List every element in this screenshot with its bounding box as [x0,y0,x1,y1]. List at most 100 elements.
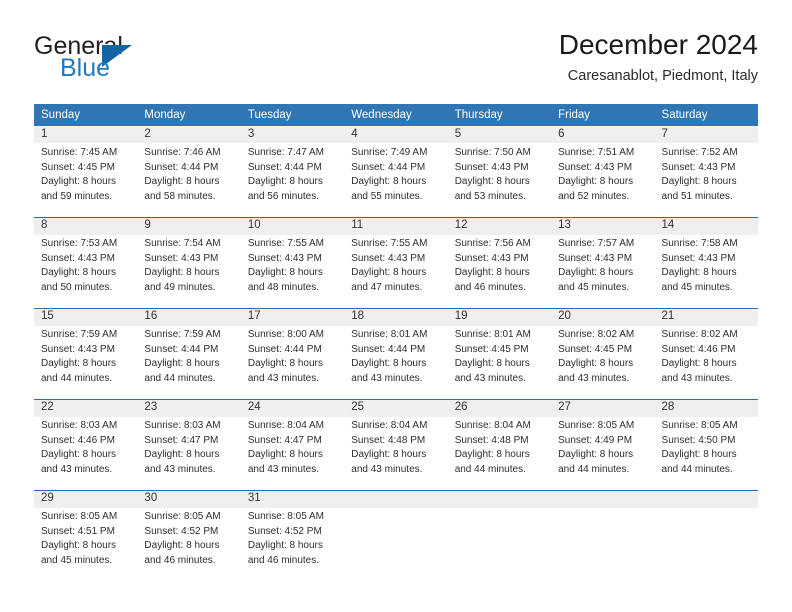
day-cell[interactable]: 13 Sunrise: 7:57 AM Sunset: 4:43 PM Dayl… [551,217,654,307]
sunrise-text: Sunrise: 7:47 AM [247,147,324,158]
sunrise-text: Sunrise: 8:05 AM [41,511,118,522]
day-details: Sunrise: 7:53 AM Sunset: 4:43 PM Dayligh… [41,237,133,295]
sunrise-text: Sunrise: 7:59 AM [144,329,221,340]
day-details: Sunrise: 7:55 AM Sunset: 4:43 PM Dayligh… [351,237,443,295]
day-cell[interactable]: 11 Sunrise: 7:55 AM Sunset: 4:43 PM Dayl… [344,217,447,307]
sunset-text: Sunset: 4:45 PM [558,343,633,355]
day-cell[interactable]: 3 Sunrise: 7:47 AM Sunset: 4:44 PM Dayli… [241,126,344,216]
daylight-text-line1: Daylight: 8 hours [247,176,323,188]
day-cell[interactable]: 24 Sunrise: 8:04 AM Sunset: 4:47 PM Dayl… [241,399,344,489]
day-cell[interactable]: 6 Sunrise: 7:51 AM Sunset: 4:43 PM Dayli… [551,126,654,216]
daylight-text-line1: Daylight: 8 hours [661,358,737,370]
day-cell[interactable]: 25 Sunrise: 8:04 AM Sunset: 4:48 PM Dayl… [344,399,447,489]
day-cell[interactable]: 26 Sunrise: 8:04 AM Sunset: 4:48 PM Dayl… [448,399,551,489]
day-cell[interactable]: 20 Sunrise: 8:02 AM Sunset: 4:45 PM Dayl… [551,308,654,398]
day-number: 17 [247,310,261,322]
day-cell[interactable]: 15 Sunrise: 7:59 AM Sunset: 4:43 PM Dayl… [34,308,137,398]
day-cell[interactable]: 22 Sunrise: 8:03 AM Sunset: 4:46 PM Dayl… [34,399,137,489]
daylight-text-line1: Daylight: 8 hours [351,176,427,188]
sunrise-text: Sunrise: 7:55 AM [247,238,324,249]
daylight-text-line2: and 51 minutes. [661,190,733,202]
daylight-text-line1: Daylight: 8 hours [454,358,530,370]
day-number: 14 [661,219,675,231]
daylight-text-line1: Daylight: 8 hours [144,267,220,279]
day-cell[interactable]: 1 Sunrise: 7:45 AM Sunset: 4:45 PM Dayli… [34,126,137,216]
weekday-header-saturday: Saturday [661,109,708,121]
daylight-text-line2: and 48 minutes. [247,281,320,293]
sunrise-text: Sunrise: 8:02 AM [661,329,738,340]
day-cell[interactable]: 17 Sunrise: 8:00 AM Sunset: 4:44 PM Dayl… [241,308,344,398]
day-cell[interactable]: 27 Sunrise: 8:05 AM Sunset: 4:49 PM Dayl… [551,399,654,489]
day-details: Sunrise: 8:05 AM Sunset: 4:52 PM Dayligh… [144,510,236,568]
day-details: Sunrise: 7:59 AM Sunset: 4:43 PM Dayligh… [41,328,133,386]
day-cell[interactable]: 9 Sunrise: 7:54 AM Sunset: 4:43 PM Dayli… [137,217,240,307]
sunrise-text: Sunrise: 7:59 AM [41,329,118,340]
daylight-text-line2: and 46 minutes. [247,554,320,566]
day-cell[interactable]: 19 Sunrise: 8:01 AM Sunset: 4:45 PM Dayl… [448,308,551,398]
day-number: 18 [351,310,365,322]
sunrise-text: Sunrise: 8:00 AM [247,329,324,340]
day-cell[interactable]: 12 Sunrise: 7:56 AM Sunset: 4:43 PM Dayl… [448,217,551,307]
day-cell[interactable]: 8 Sunrise: 7:53 AM Sunset: 4:43 PM Dayli… [34,217,137,307]
daylight-text-line1: Daylight: 8 hours [247,267,323,279]
sunset-text: Sunset: 4:50 PM [661,434,736,446]
day-cell[interactable]: 21 Sunrise: 8:02 AM Sunset: 4:46 PM Dayl… [655,308,758,398]
sunset-text: Sunset: 4:43 PM [454,252,529,264]
sunset-text: Sunset: 4:43 PM [558,161,633,173]
calendar-week-row: 22 Sunrise: 8:03 AM Sunset: 4:46 PM Dayl… [34,398,758,489]
day-number: 1 [41,128,48,140]
logo-text-blue: Blue [60,54,111,82]
daylight-text-line1: Daylight: 8 hours [558,176,634,188]
sunset-text: Sunset: 4:44 PM [144,343,219,355]
day-cell[interactable]: 28 Sunrise: 8:05 AM Sunset: 4:50 PM Dayl… [655,399,758,489]
sunrise-text: Sunrise: 8:04 AM [454,420,531,431]
sunset-text: Sunset: 4:43 PM [41,343,115,355]
daylight-text-line1: Daylight: 8 hours [144,358,220,370]
day-number: 20 [558,310,571,322]
day-cell[interactable]: 29 Sunrise: 8:05 AM Sunset: 4:51 PM Dayl… [34,490,137,580]
day-details: Sunrise: 8:03 AM Sunset: 4:46 PM Dayligh… [41,419,133,477]
daylight-text-line2: and 45 minutes. [41,554,113,566]
day-details: Sunrise: 8:02 AM Sunset: 4:45 PM Dayligh… [558,328,650,386]
daylight-text-line2: and 43 minutes. [144,463,216,475]
day-cell[interactable]: 31 Sunrise: 8:05 AM Sunset: 4:52 PM Dayl… [241,490,344,580]
day-details: Sunrise: 8:04 AM Sunset: 4:47 PM Dayligh… [248,419,340,477]
day-number: 7 [661,128,668,140]
day-number: 29 [41,492,54,504]
day-cell[interactable]: 30 Sunrise: 8:05 AM Sunset: 4:52 PM Dayl… [137,490,240,580]
sunset-text: Sunset: 4:44 PM [144,161,219,173]
day-cell[interactable]: 4 Sunrise: 7:49 AM Sunset: 4:44 PM Dayli… [344,126,447,216]
day-number: 22 [41,401,54,413]
day-cell[interactable]: 10 Sunrise: 7:55 AM Sunset: 4:43 PM Dayl… [241,217,344,307]
day-cell[interactable]: 23 Sunrise: 8:03 AM Sunset: 4:47 PM Dayl… [137,399,240,489]
day-cell[interactable]: 7 Sunrise: 7:52 AM Sunset: 4:43 PM Dayli… [655,126,758,216]
daylight-text-line1: Daylight: 8 hours [41,267,117,279]
sunrise-text: Sunrise: 8:04 AM [247,420,324,431]
sunset-text: Sunset: 4:48 PM [351,434,426,446]
general-blue-logo[interactable]: General Blue [34,32,224,88]
daylight-text-line1: Daylight: 8 hours [661,449,737,461]
day-cell[interactable]: 5 Sunrise: 7:50 AM Sunset: 4:43 PM Dayli… [448,126,551,216]
day-details: Sunrise: 8:04 AM Sunset: 4:48 PM Dayligh… [351,419,443,477]
sunset-text: Sunset: 4:51 PM [41,525,115,537]
day-number: 28 [661,401,675,413]
calendar-grid: Sunday Monday Tuesday Wednesday Thursday… [34,104,758,580]
daylight-text-line1: Daylight: 8 hours [247,358,323,370]
day-cell[interactable]: 16 Sunrise: 7:59 AM Sunset: 4:44 PM Dayl… [137,308,240,398]
daylight-text-line1: Daylight: 8 hours [144,540,220,552]
daylight-text-line2: and 44 minutes. [144,372,216,384]
day-details: Sunrise: 8:01 AM Sunset: 4:45 PM Dayligh… [455,328,547,386]
sunset-text: Sunset: 4:46 PM [41,434,115,446]
daylight-text-line1: Daylight: 8 hours [351,267,427,279]
sunrise-text: Sunrise: 7:45 AM [41,147,118,158]
day-cell[interactable]: 2 Sunrise: 7:46 AM Sunset: 4:44 PM Dayli… [137,126,240,216]
sunrise-text: Sunrise: 7:57 AM [558,238,635,249]
page-header: General Blue December 2024 Caresanablot,… [34,28,758,94]
daylight-text-line1: Daylight: 8 hours [661,176,737,188]
day-cell[interactable]: 18 Sunrise: 8:01 AM Sunset: 4:44 PM Dayl… [344,308,447,398]
weekday-header-friday: Friday [558,109,591,121]
daylight-text-line2: and 43 minutes. [351,372,423,384]
day-number: 31 [247,492,261,504]
day-cell[interactable]: 14 Sunrise: 7:58 AM Sunset: 4:43 PM Dayl… [655,217,758,307]
daylight-text-line1: Daylight: 8 hours [454,176,530,188]
